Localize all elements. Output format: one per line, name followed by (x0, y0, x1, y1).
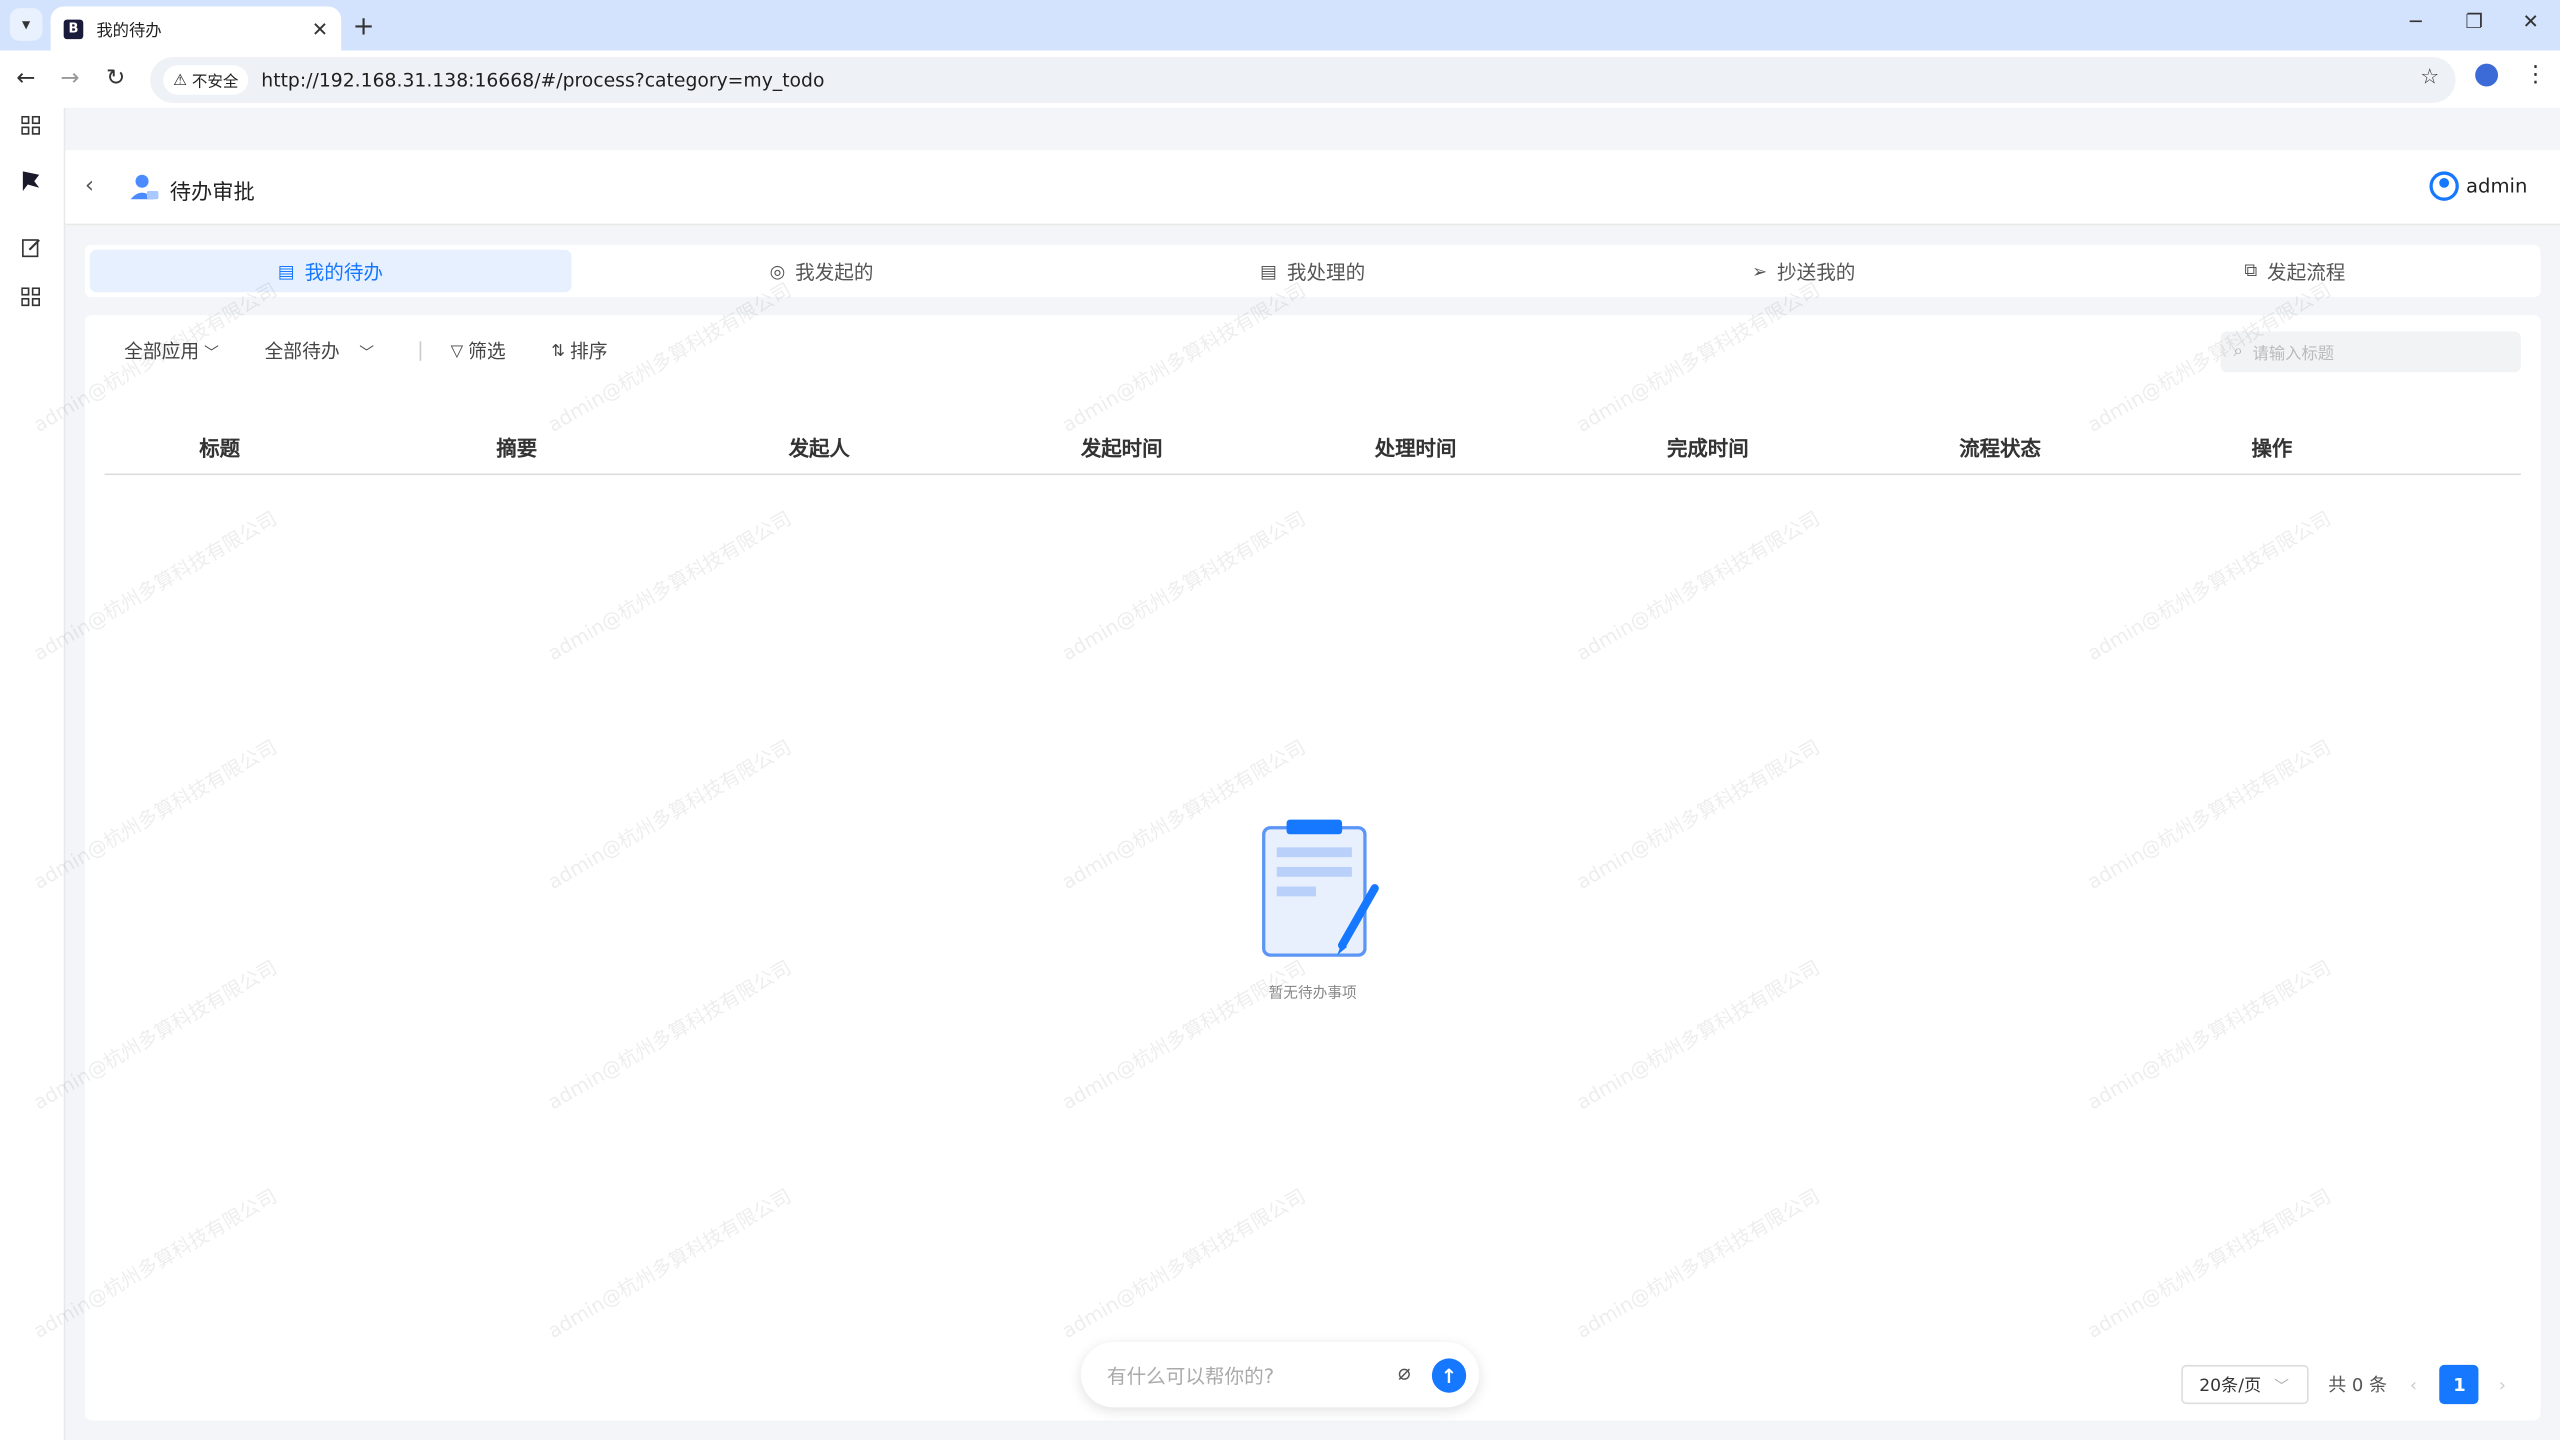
title-search-input[interactable]: ⌕ 请输入标题 (2220, 331, 2521, 373)
address-bar-row: ← → ↻ ⚠ 不安全 http://192.168.31.138:16668/#… (0, 50, 2560, 108)
avatar-icon (2430, 171, 2460, 201)
tab-handled[interactable]: ▤ 我处理的 (1072, 250, 1553, 292)
new-tab-button[interactable]: + (353, 10, 375, 41)
chevron-down-icon: ﹀ (359, 345, 374, 362)
url-text[interactable]: http://192.168.31.138:16668/#/process?ca… (261, 69, 824, 92)
chat-placeholder: 有什么可以帮你的? (1106, 1364, 1275, 1387)
chevron-down-icon: ﹀ (204, 345, 219, 362)
user-menu[interactable]: admin (2430, 171, 2528, 201)
initiated-icon: ◎ (769, 260, 786, 282)
column-header-title[interactable]: 标题 (199, 431, 240, 462)
column-header-summary[interactable]: 摘要 (496, 431, 537, 462)
column-header-actions[interactable]: 操作 (2251, 431, 2292, 462)
omnibox[interactable]: ⚠ 不安全 http://192.168.31.138:16668/#/proce… (150, 57, 2456, 103)
window-close-icon[interactable]: ✕ (2523, 10, 2539, 33)
page-number-current[interactable]: 1 (2439, 1364, 2480, 1405)
user-name: admin (2466, 174, 2528, 198)
sort-button[interactable]: ⇅ 排序 (551, 338, 607, 364)
search-placeholder: 请输入标题 (2252, 346, 2335, 365)
edit-icon[interactable] (16, 232, 45, 261)
page-header: ‹ 待办审批 admin (65, 150, 2560, 226)
process-tabs: ▤ 我的待办 ◎ 我发起的 ▤ 我处理的 ➢ 抄送我的 ⧉ 发起流程 (84, 244, 2541, 298)
filter-toolbar: 全部应用 ﹀ 全部待办 ﹀ ▽ 筛选 ⇅ 排序 (124, 338, 653, 364)
security-chip[interactable]: ⚠ 不安全 (163, 65, 249, 95)
tab-search-button[interactable]: ▾ (9, 8, 43, 41)
page-size-select[interactable]: 20条/页 ﹀ (2181, 1364, 2309, 1405)
funnel-icon: ▽ (450, 342, 464, 361)
approval-user-icon (130, 174, 159, 200)
tab-initiated[interactable]: ◎ 我发起的 (581, 250, 1062, 292)
tab-start-process[interactable]: ⧉ 发起流程 (2054, 250, 2535, 292)
todo-icon: ▤ (277, 260, 295, 282)
restore-icon[interactable]: ❐ (2465, 10, 2483, 33)
table-header: 标题 摘要 发起人 发起时间 处理时间 完成时间 流程状态 操作 (104, 416, 2521, 476)
todo-filter-dropdown[interactable]: 全部待办 ﹀ (265, 338, 374, 364)
filter-button[interactable]: ▽ 筛选 (451, 338, 506, 364)
pagination: 20条/页 ﹀ 共 0 条 ‹ 1 › (2181, 1364, 2528, 1405)
chevron-down-icon: ﹀ (2274, 1378, 2289, 1396)
browser-menu-icon[interactable]: ⋮ (2524, 62, 2547, 88)
page-title: 待办审批 (169, 181, 255, 206)
column-header-start-time[interactable]: 发起时间 (1081, 431, 1163, 462)
tab-my-todo[interactable]: ▤ 我的待办 (89, 249, 572, 293)
start-process-icon: ⧉ (2244, 259, 2258, 281)
column-header-initiator[interactable]: 发起人 (789, 431, 850, 462)
reload-icon[interactable]: ↻ (106, 65, 125, 91)
send-arrow-icon[interactable]: ↑ (1431, 1358, 1467, 1393)
attachment-icon[interactable]: ⌀ (1398, 1362, 1411, 1386)
bookmark-star-icon[interactable]: ☆ (2420, 65, 2439, 89)
forward-icon[interactable]: → (60, 65, 79, 91)
next-page-icon[interactable]: › (2499, 1374, 2506, 1395)
content-card: 全部应用 ﹀ 全部待办 ﹀ ▽ 筛选 ⇅ 排序 ⌕ 请输入标题 标题 摘要 发起人 发起… (84, 315, 2541, 1421)
browser-tab[interactable]: B 我的待办 ✕ (50, 6, 342, 51)
back-chevron-icon[interactable]: ‹ (85, 173, 94, 199)
logo-icon[interactable] (16, 167, 45, 196)
search-icon: ⌕ (2233, 342, 2243, 361)
favicon-icon: B (63, 18, 84, 39)
close-icon[interactable]: ✕ (312, 17, 328, 40)
app-filter-dropdown[interactable]: 全部应用 ﹀ (124, 338, 219, 364)
back-icon[interactable]: ← (16, 65, 35, 91)
tab-cc[interactable]: ➢ 抄送我的 (1563, 250, 2044, 292)
column-header-handle-time[interactable]: 处理时间 (1375, 431, 1457, 462)
apps-grid-icon[interactable] (16, 111, 45, 140)
total-count: 共 0 条 (2328, 1374, 2388, 1396)
prev-page-icon[interactable]: ‹ (2410, 1374, 2417, 1395)
column-header-finish-time[interactable]: 完成时间 (1667, 431, 1749, 462)
assistant-chat-input[interactable]: 有什么可以帮你的? ⌀ ↑ (1080, 1342, 1480, 1408)
empty-clipboard-icon (1262, 819, 1379, 957)
warning-icon: ⚠ (173, 71, 187, 89)
modules-grid-icon[interactable] (16, 282, 45, 311)
app-sidebar (0, 107, 66, 1440)
browser-tab-title: 我的待办 (96, 22, 162, 41)
profile-icon[interactable] (2475, 63, 2499, 87)
sort-icon: ⇅ (551, 342, 566, 361)
toolbar-divider (419, 341, 422, 361)
minimize-icon[interactable]: ─ (2410, 10, 2422, 33)
handled-icon: ▤ (1260, 260, 1278, 282)
empty-state-text: 暂无待办事项 (1268, 986, 1357, 1003)
cc-icon: ➢ (1752, 260, 1768, 282)
column-header-status[interactable]: 流程状态 (1959, 431, 2041, 462)
browser-tab-bar: ▾ B 我的待办 ✕ + ─ ❐ ✕ (0, 0, 2560, 51)
